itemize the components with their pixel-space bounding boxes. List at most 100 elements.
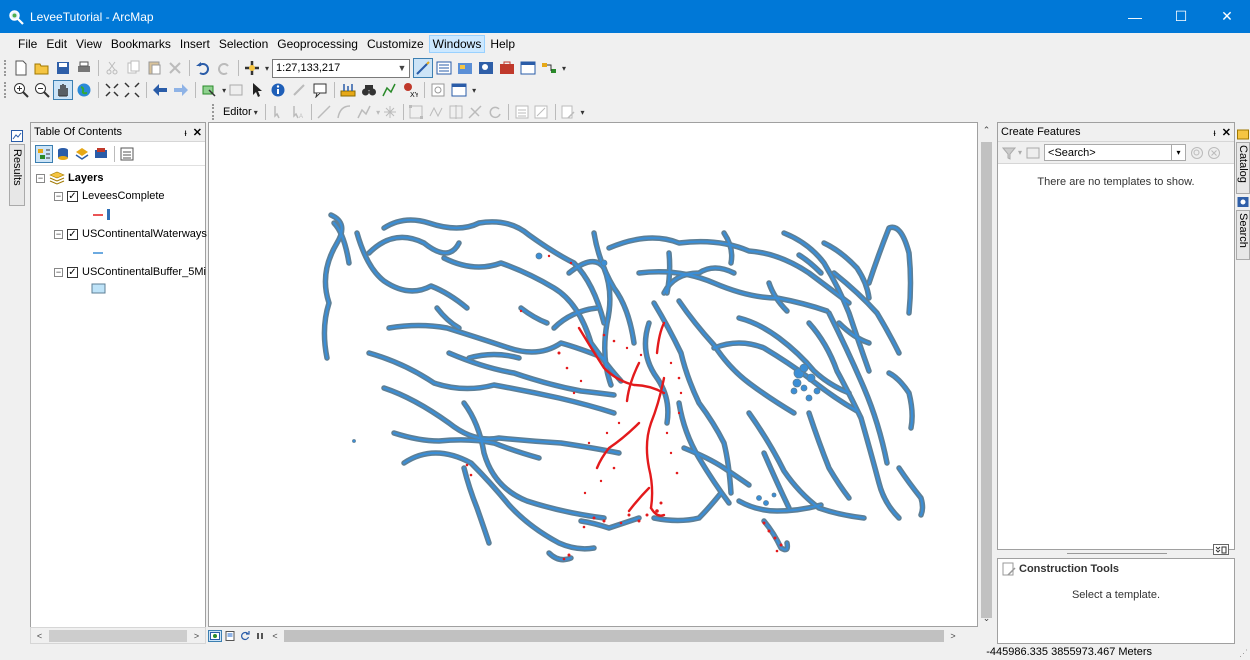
toolbar-overflow-button[interactable]: ▾ <box>562 64 570 73</box>
layer-visibility-checkbox[interactable]: ✓ <box>67 190 78 202</box>
layer-row-uscontinentalbuffer[interactable]: − ✓ USContinentalBuffer_5Mi <box>54 264 206 280</box>
go-back-button[interactable] <box>150 80 170 100</box>
menu-help[interactable]: Help <box>486 35 519 53</box>
edit-tool-button[interactable] <box>269 102 288 122</box>
scroll-thumb[interactable] <box>49 629 187 642</box>
layout-view-button[interactable] <box>223 630 237 642</box>
toolbar-overflow-button[interactable]: ▾ <box>580 108 587 117</box>
trace-button[interactable] <box>354 102 373 122</box>
list-by-drawing-order-button[interactable] <box>35 144 53 163</box>
menu-file[interactable]: File <box>14 35 41 53</box>
cut-polygons-button[interactable] <box>446 102 465 122</box>
map-vertical-scrollbar[interactable]: ⌃ ⌄ <box>978 122 995 627</box>
chevron-down-icon[interactable]: ▾ <box>1172 144 1187 161</box>
tab-results[interactable]: Results <box>9 144 25 206</box>
end-point-arc-button[interactable] <box>335 102 354 122</box>
layer-row-leveescomplete[interactable]: − ✓ LeveesComplete <box>54 188 165 204</box>
create-features-close-icon[interactable]: ✕ <box>1222 127 1231 139</box>
waterways-legend-symbol[interactable] <box>91 245 107 259</box>
go-forward-button[interactable] <box>171 80 191 100</box>
maximize-button[interactable]: ☐ <box>1158 0 1204 33</box>
add-data-button[interactable] <box>242 58 262 78</box>
menu-bookmarks[interactable]: Bookmarks <box>107 35 175 53</box>
pan-button[interactable] <box>52 80 73 100</box>
select-features-button[interactable] <box>199 80 219 100</box>
pin-icon[interactable]: ᵼ <box>1213 128 1215 139</box>
collapse-icon[interactable]: − <box>54 267 63 277</box>
tab-search[interactable]: Search <box>1236 210 1250 260</box>
model-builder-button[interactable] <box>539 58 559 78</box>
buffer-legend-symbol[interactable] <box>91 283 107 295</box>
scroll-right-icon[interactable]: > <box>946 628 960 643</box>
collapse-icon[interactable]: − <box>36 173 45 183</box>
zoom-out-button[interactable] <box>32 80 52 100</box>
scroll-left-icon[interactable]: < <box>268 628 282 643</box>
tab-catalog[interactable]: Catalog <box>1236 142 1250 194</box>
clear-search-icon[interactable] <box>1207 146 1221 160</box>
filter-dropdown[interactable]: ▾ <box>1018 148 1022 157</box>
map-view[interactable] <box>208 122 978 627</box>
splitter-toggle-button[interactable] <box>1213 544 1229 555</box>
template-search-input[interactable]: <Search> <box>1044 144 1173 161</box>
cut-button[interactable] <box>102 58 122 78</box>
catalog-button[interactable] <box>455 58 475 78</box>
scroll-up-icon[interactable]: ⌃ <box>978 122 995 139</box>
edit-annotation-button[interactable]: A <box>288 102 307 122</box>
collapse-icon[interactable]: − <box>54 191 63 201</box>
arctoolbox-button[interactable] <box>497 58 517 78</box>
list-by-selection-button[interactable] <box>92 145 110 163</box>
paste-button[interactable] <box>144 58 164 78</box>
straight-segment-button[interactable] <box>315 102 334 122</box>
create-viewer-window-button[interactable] <box>449 80 469 100</box>
menu-customize[interactable]: Customize <box>363 35 428 53</box>
layer-visibility-checkbox[interactable]: ✓ <box>67 228 78 240</box>
toc-horizontal-scrollbar[interactable]: < > <box>30 627 206 644</box>
hyperlink-button[interactable] <box>289 80 309 100</box>
pane-splitter[interactable] <box>997 544 1235 556</box>
copy-button[interactable] <box>123 58 143 78</box>
measure-button[interactable] <box>338 80 358 100</box>
go-to-xy-button[interactable]: XY <box>400 80 420 100</box>
editor-menu-button[interactable]: Editor ▾ <box>219 106 262 118</box>
data-view-button[interactable] <box>208 629 222 642</box>
table-of-contents-button[interactable] <box>434 58 454 78</box>
redo-button[interactable] <box>214 58 234 78</box>
fixed-zoom-out-button[interactable] <box>123 80 143 100</box>
search-icon[interactable] <box>1190 146 1204 160</box>
layers-root-row[interactable]: − Layers <box>36 170 103 186</box>
levees-legend-symbol[interactable] <box>91 207 121 221</box>
full-extent-button[interactable] <box>74 80 94 100</box>
edit-vertices-button[interactable] <box>407 102 426 122</box>
scroll-thumb[interactable] <box>981 142 992 618</box>
attributes-button[interactable] <box>512 102 531 122</box>
html-popup-button[interactable] <box>310 80 330 100</box>
split-tool-button[interactable] <box>466 102 485 122</box>
list-by-visibility-button[interactable] <box>73 145 91 163</box>
refresh-button[interactable] <box>238 630 252 642</box>
layer-visibility-checkbox[interactable]: ✓ <box>67 266 78 278</box>
open-button[interactable] <box>32 58 52 78</box>
fixed-zoom-in-button[interactable] <box>102 80 122 100</box>
pause-drawing-button[interactable] <box>253 630 267 642</box>
resize-grip-icon[interactable]: ⋰ <box>1239 648 1248 659</box>
menu-edit[interactable]: Edit <box>42 35 71 53</box>
scroll-down-icon[interactable]: ⌄ <box>978 610 995 627</box>
delete-button[interactable] <box>165 58 185 78</box>
time-slider-button[interactable] <box>428 80 448 100</box>
menu-selection[interactable]: Selection <box>215 35 272 53</box>
find-route-button[interactable] <box>380 80 400 100</box>
map-scale-combo[interactable]: 1:27,133,217 ▼ <box>272 58 411 78</box>
toolbar-grip[interactable] <box>4 60 7 76</box>
layer-row-uscontinentalwaterways[interactable]: − ✓ USContinentalWaterways <box>54 226 207 242</box>
create-features-button[interactable] <box>559 102 578 122</box>
toolbar-grip[interactable] <box>4 82 7 98</box>
toolbar-grip[interactable] <box>212 104 215 120</box>
scroll-left-icon[interactable]: < <box>31 628 48 643</box>
menu-windows[interactable]: Windows <box>428 35 486 53</box>
menu-insert[interactable]: Insert <box>176 35 214 53</box>
select-elements-button[interactable] <box>247 80 267 100</box>
save-button[interactable] <box>53 58 73 78</box>
toc-close-icon[interactable]: ✕ <box>193 127 202 139</box>
sketch-properties-button[interactable] <box>532 102 551 122</box>
search-window-button[interactable] <box>476 58 496 78</box>
